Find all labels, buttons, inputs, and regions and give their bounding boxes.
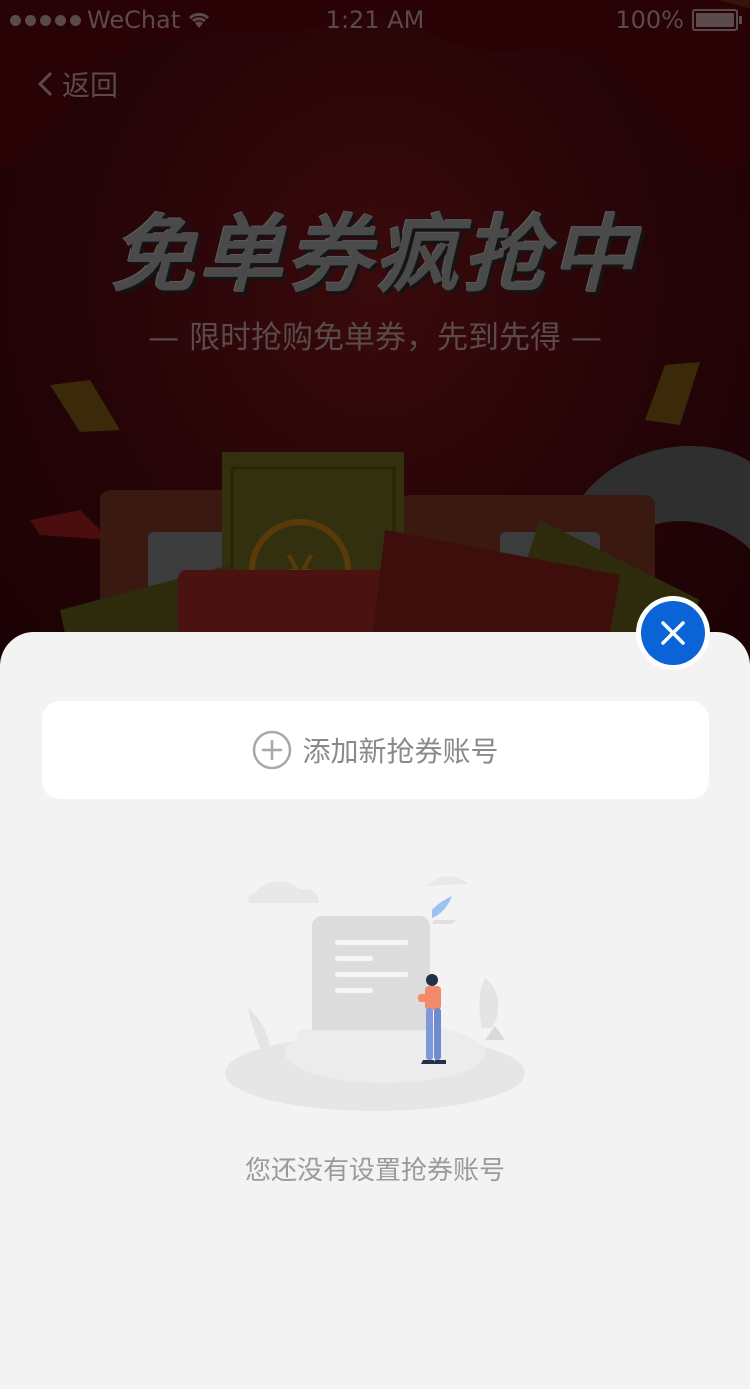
battery-icon xyxy=(692,9,742,31)
add-account-label: 添加新抢券账号 xyxy=(302,735,499,768)
chevron-left-icon xyxy=(37,71,53,97)
empty-state-illustration xyxy=(225,876,525,1111)
add-account-button[interactable]: 添加新抢券账号 xyxy=(42,701,709,799)
back-button[interactable]: 返回 xyxy=(36,64,118,104)
hero-title: 免单券疯抢中 xyxy=(110,206,639,304)
close-button[interactable] xyxy=(636,596,710,670)
close-icon xyxy=(661,621,685,645)
promo-background: 免单券疯抢中 — 限时抢购免单券，先到先得 — ¥ xyxy=(0,0,750,700)
empty-state-message: 您还没有设置抢券账号 xyxy=(244,1156,505,1186)
close-button-circle xyxy=(641,601,705,665)
battery-percent: 100% xyxy=(615,6,684,34)
hero-subtitle: — 限时抢购免单券，先到先得 — xyxy=(148,320,602,356)
status-bar: WeChat 1:21 AM 100% xyxy=(0,0,750,42)
back-label: 返回 xyxy=(62,69,119,102)
status-right: 100% xyxy=(615,6,742,34)
plus-circle-icon xyxy=(253,730,292,770)
